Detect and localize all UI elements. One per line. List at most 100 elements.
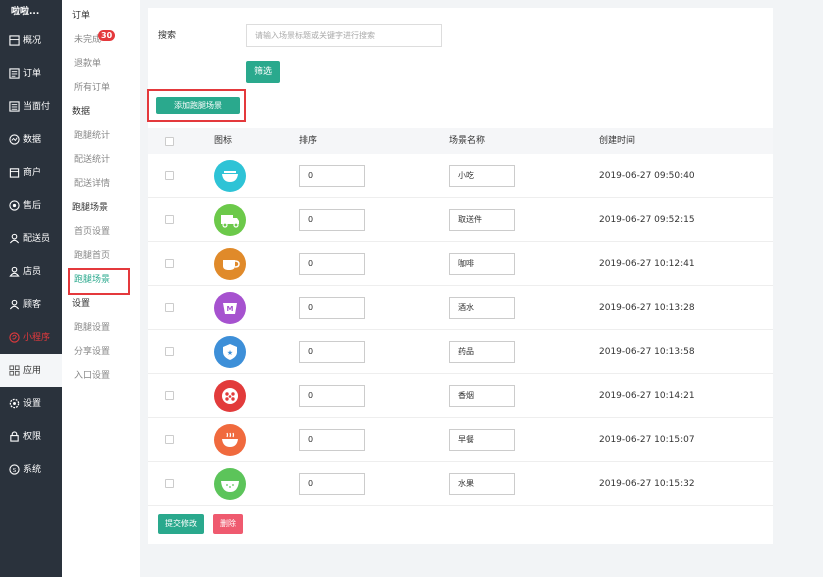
add-button-highlight-box [147, 89, 246, 122]
sidebar-item-label: 概况 [23, 35, 42, 46]
subnav-item-delivery-detail[interactable]: 配送详情 [62, 172, 140, 196]
subnav-item-errand-home[interactable]: 跑腿首页 [62, 244, 140, 268]
header-icon: 图标 [214, 136, 233, 146]
watermelon-icon [214, 468, 246, 500]
sort-input[interactable]: 0 [299, 209, 365, 231]
sidebar-item-pay[interactable]: 当面付 [0, 90, 62, 123]
sidebar-item-aftersale[interactable]: 售后 [0, 189, 62, 222]
aftersale-icon [8, 200, 20, 212]
table-row: ★ 0 药品 2019-06-27 10:13:58 [148, 330, 773, 374]
cigarette-icon [214, 380, 246, 412]
scene-name-input[interactable]: 水果 [449, 473, 515, 495]
sort-input[interactable]: 0 [299, 297, 365, 319]
row-checkbox[interactable] [165, 347, 174, 356]
sidebar-item-clerk[interactable]: 店员 [0, 255, 62, 288]
subnav-item-all-orders[interactable]: 所有订单 [62, 76, 140, 100]
clerk-icon [8, 266, 20, 278]
sort-input[interactable]: 0 [299, 253, 365, 275]
table-row: M 0 酒水 2019-06-27 10:13:28 [148, 286, 773, 330]
row-checkbox[interactable] [165, 303, 174, 312]
subnav-item-share-settings[interactable]: 分享设置 [62, 340, 140, 364]
scene-name-input[interactable]: 酒水 [449, 297, 515, 319]
delivery-truck-icon [214, 204, 246, 236]
system-icon: S [8, 464, 20, 476]
select-all-checkbox[interactable] [165, 137, 174, 146]
miniapp-icon [8, 332, 20, 344]
row-checkbox[interactable] [165, 215, 174, 224]
sidebar-item-label: 系统 [23, 464, 42, 475]
subnav-item-delivery-stats[interactable]: 配送统计 [62, 148, 140, 172]
breakfast-bowl-icon [214, 424, 246, 456]
brand-logo-text: 啦啦... [11, 7, 40, 17]
subnav-item-errand-settings[interactable]: 跑腿设置 [62, 316, 140, 340]
sort-input[interactable]: 0 [299, 385, 365, 407]
submit-changes-button[interactable]: 提交修改 [158, 514, 204, 534]
svg-text:S: S [12, 468, 16, 474]
created-time: 2019-06-27 09:50:40 [599, 171, 695, 181]
subnav-item-refund[interactable]: 退款单 [62, 52, 140, 76]
sidebar-item-overview[interactable]: 概况 [0, 24, 62, 57]
row-checkbox[interactable] [165, 435, 174, 444]
sidebar-item-apps[interactable]: 应用 [0, 354, 62, 387]
delete-button[interactable]: 删除 [213, 514, 243, 534]
drink-cup-icon: M [214, 292, 246, 324]
row-checkbox[interactable] [165, 391, 174, 400]
table-row: 0 水果 2019-06-27 10:15:32 [148, 462, 773, 506]
sort-input[interactable]: 0 [299, 473, 365, 495]
created-time: 2019-06-27 10:14:21 [599, 391, 695, 401]
pay-icon [8, 101, 20, 113]
subnav-item-errand-stats[interactable]: 跑腿统计 [62, 124, 140, 148]
subnav-item-label: 未完成 [74, 35, 102, 45]
order-icon [8, 68, 20, 80]
filter-button[interactable]: 筛选 [246, 61, 280, 83]
row-checkbox[interactable] [165, 479, 174, 488]
sidebar-item-label: 店员 [23, 266, 42, 277]
sidebar-item-customer[interactable]: 顾客 [0, 288, 62, 321]
sidebar-item-data[interactable]: 数据 [0, 123, 62, 156]
scene-name-input[interactable]: 小吃 [449, 165, 515, 187]
sidebar-item-permission[interactable]: 权限 [0, 420, 62, 453]
table-row: 0 咖啡 2019-06-27 10:12:41 [148, 242, 773, 286]
created-time: 2019-06-27 09:52:15 [599, 215, 695, 225]
sidebar-item-system[interactable]: S 系统 [0, 453, 62, 486]
sidebar-item-label: 商户 [23, 167, 42, 178]
scene-name-input[interactable]: 早餐 [449, 429, 515, 451]
settings-icon [8, 398, 20, 410]
subnav-group-scene: 跑腿场景 [72, 203, 109, 213]
scene-name-input[interactable]: 咖啡 [449, 253, 515, 275]
overview-icon [8, 35, 20, 47]
scene-name-input[interactable]: 取送件 [449, 209, 515, 231]
shop-icon [8, 167, 20, 179]
header-created: 创建时间 [599, 136, 636, 146]
table-header: 图标 排序 场景名称 创建时间 [148, 128, 773, 154]
medicine-shield-icon: ★ [214, 336, 246, 368]
sort-input[interactable]: 0 [299, 165, 365, 187]
sort-input[interactable]: 0 [299, 429, 365, 451]
unfinished-count-badge: 30 [98, 30, 116, 41]
table-row: 0 小吃 2019-06-27 09:50:40 [148, 154, 773, 198]
row-checkbox[interactable] [165, 171, 174, 180]
subnav-group-order: 订单 [72, 11, 91, 21]
sidebar-item-label: 订单 [23, 68, 42, 79]
sidebar-item-order[interactable]: 订单 [0, 57, 62, 90]
subnav-item-home-settings[interactable]: 首页设置 [62, 220, 140, 244]
sort-input[interactable]: 0 [299, 341, 365, 363]
svg-text:★: ★ [227, 349, 233, 357]
sidebar-item-settings[interactable]: 设置 [0, 387, 62, 420]
sidebar-item-label: 售后 [23, 200, 42, 211]
scene-name-input[interactable]: 药品 [449, 341, 515, 363]
sidebar-item-shop[interactable]: 商户 [0, 156, 62, 189]
main-sidebar: 啦啦... 概况 订单 当面付 数据 商户 售后 配送员 店员 顾客 小程序 应… [0, 0, 62, 577]
customer-icon [8, 299, 20, 311]
subnav-item-entry-settings[interactable]: 入口设置 [62, 364, 140, 388]
sidebar-item-courier[interactable]: 配送员 [0, 222, 62, 255]
scene-name-input[interactable]: 香烟 [449, 385, 515, 407]
sidebar-item-miniapp[interactable]: 小程序 [0, 321, 62, 354]
subnav-highlight-box [68, 268, 130, 295]
row-checkbox[interactable] [165, 259, 174, 268]
sidebar-item-label: 当面付 [23, 101, 51, 112]
subnav-item-unfinished[interactable]: 未完成 30 [62, 28, 140, 52]
table-row: 0 香烟 2019-06-27 10:14:21 [148, 374, 773, 418]
sidebar-item-label: 配送员 [23, 233, 51, 244]
search-input[interactable] [246, 24, 442, 47]
